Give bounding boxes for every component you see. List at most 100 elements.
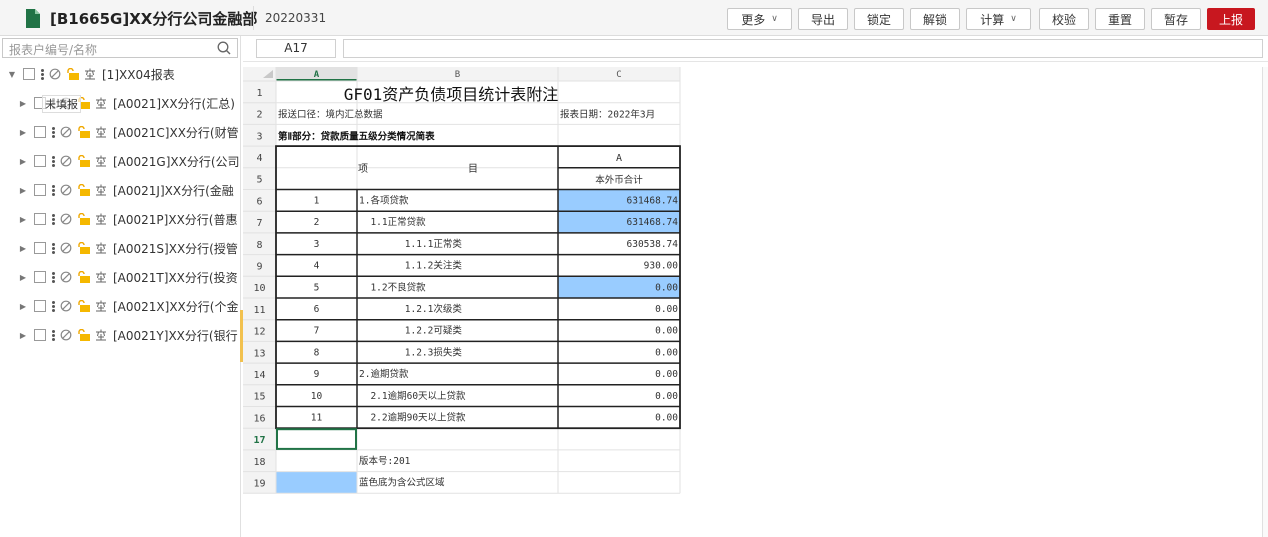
tree-node-label: [A0021J]XX分行(金融: [113, 183, 234, 198]
divider: [253, 6, 254, 30]
row-item: 1.1.2关注类: [359, 260, 462, 272]
lock-button[interactable]: 锁定: [854, 8, 904, 30]
caret-right-icon[interactable]: ▶: [18, 302, 28, 311]
report-caliber: 报送口径：境内汇总数据: [278, 109, 383, 121]
row-seq: 11: [311, 413, 323, 424]
disabled-icon: [60, 126, 72, 138]
row-value: 631468.74: [627, 196, 679, 207]
search-icon[interactable]: [217, 41, 231, 55]
export-button[interactable]: 导出: [798, 8, 848, 30]
sheet-grid[interactable]: A B C12345678910111213141516171819GF01资产负债…: [243, 67, 683, 507]
disabled-icon: [60, 184, 72, 196]
audit-icon: [96, 329, 106, 341]
tree-node[interactable]: ▶ [A0021S]XX分行(授管: [0, 237, 241, 259]
validate-button[interactable]: 校验: [1039, 8, 1089, 30]
tree-node-label: [A0021G]XX分行(公司: [113, 154, 240, 169]
more-vertical-icon[interactable]: [52, 155, 55, 167]
cell-reference-box[interactable]: A17: [256, 39, 336, 58]
node-checkbox[interactable]: [34, 184, 46, 196]
tree-node-root[interactable]: ▼ [1]XX04报表: [0, 63, 241, 85]
sheet-title: GF01资产负债项目统计表附注: [344, 85, 559, 104]
tree-node[interactable]: ▶ [A0021J]XX分行(金融: [0, 179, 241, 201]
more-vertical-icon[interactable]: [52, 213, 55, 225]
disabled-icon: [49, 68, 61, 80]
unlock-icon: [78, 242, 90, 254]
node-checkbox[interactable]: [23, 68, 35, 80]
row-seq: 6: [314, 304, 320, 315]
row-item: 1.1正常贷款: [359, 216, 426, 228]
more-button[interactable]: 更多 ∨: [727, 8, 792, 30]
tree-node-label: [A0021]XX分行(汇总): [113, 96, 235, 111]
row-header-14: 14: [253, 370, 265, 381]
tree-node[interactable]: ▶ [A0021P]XX分行(普惠: [0, 208, 241, 230]
submit-button[interactable]: 上报: [1207, 8, 1255, 30]
row-item: 2.1逾期60天以上贷款: [359, 390, 466, 402]
row-value: 0.00: [655, 391, 678, 402]
row-header-4: 4: [256, 153, 262, 164]
spreadsheet: A B C 1 2 3 4 5 6 7 8 9 10 11 12 13 14 15 16 17 18 19 GF01资产负债…: [243, 67, 683, 511]
column-header-a: A: [314, 70, 320, 80]
audit-icon: [85, 68, 95, 80]
row-seq: 1: [314, 196, 320, 207]
node-checkbox[interactable]: [34, 300, 46, 312]
row-seq: 5: [314, 282, 320, 293]
row-item: 1.2.3损失类: [359, 346, 462, 358]
disabled-icon: [60, 271, 72, 283]
column-header-b: B: [455, 70, 460, 80]
disabled-icon: [60, 300, 72, 312]
row-value: 0.00: [655, 282, 678, 293]
save-draft-button[interactable]: 暂存: [1151, 8, 1201, 30]
unlock-icon: [78, 126, 90, 138]
tree-node[interactable]: ▶ [A0021Y]XX分行(银行: [0, 324, 241, 346]
caret-right-icon[interactable]: ▶: [18, 128, 28, 137]
row-header-5: 5: [256, 175, 262, 186]
reset-button[interactable]: 重置: [1095, 8, 1145, 30]
tree-node[interactable]: ▶ [A0021X]XX分行(个金: [0, 295, 241, 317]
unlock-button[interactable]: 解锁: [910, 8, 960, 30]
more-vertical-icon[interactable]: [52, 126, 55, 138]
report-date: 报表日期：2022年3月: [560, 109, 655, 121]
node-checkbox[interactable]: [34, 242, 46, 254]
calculate-button[interactable]: 计算 ∨: [966, 8, 1031, 30]
audit-icon: [96, 155, 106, 167]
more-vertical-icon[interactable]: [52, 242, 55, 254]
caret-right-icon[interactable]: ▶: [18, 99, 28, 108]
row-header-12: 12: [253, 327, 265, 338]
row-header-18: 18: [253, 457, 265, 468]
caret-right-icon[interactable]: ▶: [18, 186, 28, 195]
caret-right-icon[interactable]: ▶: [18, 244, 28, 253]
row-header-8: 8: [256, 240, 262, 251]
more-vertical-icon[interactable]: [41, 68, 44, 80]
more-vertical-icon[interactable]: [52, 329, 55, 341]
caret-down-icon[interactable]: ▼: [7, 70, 17, 79]
node-checkbox[interactable]: [34, 271, 46, 283]
audit-icon: [96, 300, 106, 312]
row-seq: 10: [311, 391, 323, 402]
caret-right-icon[interactable]: ▶: [18, 215, 28, 224]
tree-node[interactable]: ▶ [A0021C]XX分行(财管: [0, 121, 241, 143]
disabled-icon: [60, 329, 72, 341]
vertical-scrollbar[interactable]: [1262, 67, 1268, 537]
row-seq: 8: [314, 347, 320, 358]
node-checkbox[interactable]: [34, 155, 46, 167]
node-checkbox[interactable]: [34, 213, 46, 225]
more-vertical-icon[interactable]: [52, 300, 55, 312]
node-checkbox[interactable]: [34, 329, 46, 341]
tree-node[interactable]: ▶ [A0021]XX分行(汇总): [0, 92, 241, 114]
search-input[interactable]: [3, 41, 203, 59]
tree-node[interactable]: ▶ [A0021T]XX分行(投资: [0, 266, 241, 288]
more-vertical-icon[interactable]: [52, 271, 55, 283]
row-seq: 7: [314, 326, 320, 337]
caret-right-icon[interactable]: ▶: [18, 331, 28, 340]
caret-right-icon[interactable]: ▶: [18, 273, 28, 282]
status-tooltip: 未填报: [42, 95, 81, 113]
more-vertical-icon[interactable]: [52, 184, 55, 196]
tree-node[interactable]: ▶ [A0021G]XX分行(公司: [0, 150, 241, 172]
tree-node-label: [A0021C]XX分行(财管: [113, 125, 239, 140]
formula-input[interactable]: [343, 39, 1263, 58]
unlock-icon: [78, 213, 90, 225]
row-header-3: 3: [256, 131, 262, 142]
caret-right-icon[interactable]: ▶: [18, 157, 28, 166]
tree-node-label: [1]XX04报表: [102, 67, 175, 82]
node-checkbox[interactable]: [34, 126, 46, 138]
